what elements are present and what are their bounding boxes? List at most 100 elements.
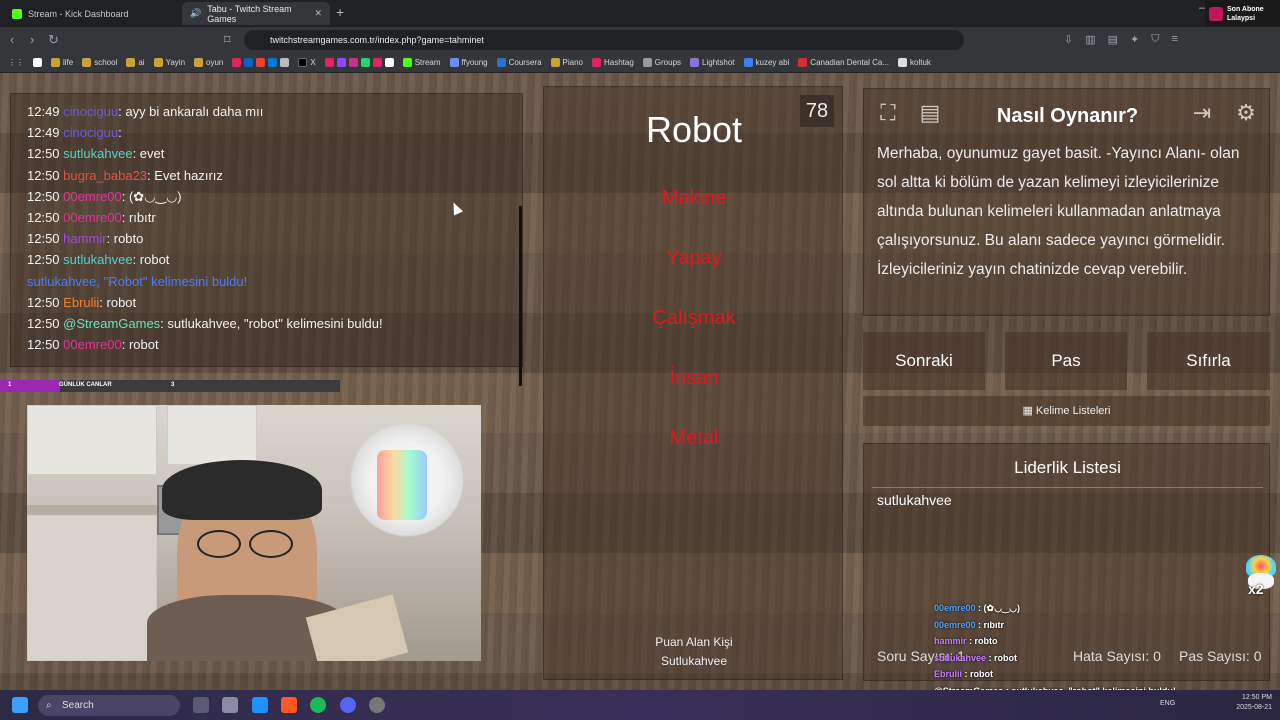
bookmark-hashtag[interactable]: Hashtag	[592, 58, 634, 67]
close-tab-icon[interactable]: ✕	[314, 8, 322, 19]
clock-time: 12:50 PM	[1242, 694, 1272, 701]
gear-icon[interactable]: ⚙	[1230, 97, 1262, 129]
bookmark-icons-group[interactable]	[232, 58, 290, 67]
tab-kick-dashboard[interactable]: Stream - Kick Dashboard	[4, 2, 174, 25]
bookmark-ai[interactable]: ai	[126, 58, 145, 67]
taskbar-search[interactable]: ⌕ Search	[38, 695, 180, 716]
chat-username[interactable]: @StreamGames	[63, 316, 160, 331]
tab-tabu[interactable]: 🔊 Tabu - Twitch Stream Games ✕	[182, 2, 330, 25]
chat-username[interactable]: 00emre00	[63, 337, 122, 352]
chat-time: 12:50	[27, 146, 60, 162]
chat-message: 12:50 Ebrulii: robot	[27, 295, 136, 310]
url-field[interactable]: twitchstreamgames.com.tr/index.php?game=…	[244, 30, 964, 50]
how-to-play-text: Merhaba, oyunumuz gayet basit. -Yayıncı …	[877, 145, 1240, 278]
new-tab-button[interactable]: +	[336, 4, 344, 20]
apps-icon[interactable]: ⋮⋮	[8, 58, 24, 67]
chat-message: 12:49 cinociguu: ayy bi ankaralı daha mı…	[27, 104, 263, 119]
overlay-chat-user: 00emre00	[934, 619, 976, 630]
bookmark-stream[interactable]: Stream	[402, 58, 441, 67]
bookmark-canadian-dental[interactable]: Canadian Dental Ca...	[798, 58, 889, 67]
chat-username[interactable]: sutlukahvee	[63, 252, 132, 267]
target-word: Robot	[645, 109, 743, 150]
chat-username[interactable]: bugra_baba23	[63, 168, 147, 183]
lives-left-value: 1	[8, 382, 12, 388]
bookmark-kuzey-abi[interactable]: kuzey abi	[743, 58, 789, 67]
task-view-icon[interactable]	[193, 697, 209, 713]
back-icon[interactable]: ‹	[10, 32, 14, 47]
scorer-name: Sutlukahvee	[660, 654, 728, 668]
bookmark-coursera[interactable]: Coursera	[496, 58, 542, 67]
chat-time: 12:50	[27, 210, 60, 225]
bookmark-koltuk[interactable]: koltuk	[898, 58, 931, 67]
chat-scrollbar[interactable]	[519, 206, 522, 386]
brave-icon[interactable]	[281, 697, 297, 713]
chat-username[interactable]: cinociguu	[63, 125, 118, 140]
reload-icon[interactable]: ↻	[48, 32, 59, 48]
chat-message: 12:50 00emre00: rıbıtr	[27, 210, 156, 225]
google-icon[interactable]	[33, 58, 42, 67]
download-icon[interactable]: ⇩	[1064, 33, 1073, 46]
next-button[interactable]: Sonraki	[863, 332, 985, 390]
language-indicator[interactable]: ENG	[1160, 700, 1175, 707]
tab-label: Tabu - Twitch Stream Games	[207, 3, 292, 24]
chat-text: :	[118, 125, 122, 141]
bookmark-x[interactable]: X	[298, 58, 316, 67]
bookmark-lightshot[interactable]: Lightshot	[690, 58, 735, 67]
chat-message: 12:50 @StreamGames: sutlukahvee, "robot"…	[27, 316, 383, 331]
overlay-chat-text: : robto	[966, 636, 998, 647]
browser-tab-bar: Stream - Kick Dashboard 🔊 Tabu - Twitch …	[0, 0, 1280, 27]
reset-button[interactable]: Sıfırla	[1147, 332, 1270, 390]
overlay-chat-line: hammir : robto	[934, 636, 1134, 653]
exit-icon[interactable]: ⇥	[1186, 97, 1218, 129]
bookmark-piano[interactable]: Piano	[550, 58, 583, 67]
chat-username[interactable]: hammir	[63, 231, 106, 246]
bookmark-life[interactable]: life	[51, 58, 73, 67]
search-icon: ⌕	[46, 700, 52, 711]
forward-icon[interactable]: ›	[30, 32, 34, 47]
clock-date: 2025-08-21	[1236, 704, 1272, 711]
taboo-word: Metal	[669, 427, 719, 449]
photos-icon[interactable]	[252, 697, 268, 713]
wallet-icon[interactable]: ▤	[1108, 33, 1118, 46]
overlay-chat-line: 00emre00 : (✿◡‿◡)	[934, 603, 1134, 620]
overlay-chat-user: 00emre00	[934, 603, 976, 613]
notif-line2: Lalaypsi	[1227, 14, 1256, 22]
clock[interactable]: 12:50 PM 2025-08-21	[1236, 693, 1272, 713]
bookmark-yayin[interactable]: Yayin	[153, 58, 185, 67]
windows-start-icon[interactable]	[12, 697, 28, 713]
bookmark-icons-group-2[interactable]	[324, 58, 394, 67]
overlay-chat-user: Ebrulii	[934, 669, 963, 680]
word-lists-button[interactable]: ▦ Kelime Listeleri	[863, 396, 1270, 426]
bookmark-school[interactable]: school	[82, 58, 117, 67]
settings-app-icon[interactable]	[369, 697, 385, 713]
subscriber-notification: Son Abone Lalaypsi	[1205, 0, 1280, 27]
bookmark-groups[interactable]: Groups	[642, 58, 681, 67]
chat-username[interactable]: cinociguu	[63, 104, 118, 119]
windows-taskbar: ⌕ Search ENG 12:50 PM 2025-08-21	[0, 690, 1280, 720]
overlay-chat-text: : robot	[962, 669, 994, 680]
multiplier-badge: x2	[1240, 555, 1278, 601]
pass-button[interactable]: Pas	[1005, 332, 1127, 390]
overlay-chat-text: : (✿◡‿◡)	[975, 603, 1021, 613]
overlay-chat-text: : rıbıtr	[975, 619, 1005, 630]
chat-time: 12:50	[27, 337, 60, 353]
chat-username[interactable]: 00emre00	[63, 210, 122, 225]
files-icon[interactable]	[222, 697, 238, 713]
chat-text: : rıbıtr	[121, 210, 156, 225]
sidebar-icon[interactable]: ▥	[1085, 33, 1095, 46]
chat-text: : robto	[106, 231, 144, 247]
list-icon: ▦	[1022, 405, 1036, 417]
chat-text: : sutlukahvee, "robot" kelimesini buldu!	[160, 316, 383, 331]
discord-icon[interactable]	[340, 697, 356, 713]
overlay-chat-line: sutlukahvee : robot	[934, 653, 1134, 670]
ai-icon[interactable]: ✦	[1130, 33, 1139, 46]
chat-username[interactable]: 00emre00	[63, 189, 122, 204]
bookmark-oyun[interactable]: oyun	[194, 58, 223, 67]
chat-username[interactable]: Ebrulii	[63, 295, 99, 310]
menu-icon[interactable]: ≡	[1172, 33, 1178, 46]
shield-icon[interactable]: ⛉	[1151, 33, 1159, 46]
chat-username[interactable]: sutlukahvee	[63, 146, 132, 161]
bookmark-ffyoung[interactable]: ffyoung	[449, 58, 488, 67]
spotify-icon[interactable]	[310, 697, 326, 713]
bookmark-icon[interactable]: ⌑	[224, 32, 231, 48]
